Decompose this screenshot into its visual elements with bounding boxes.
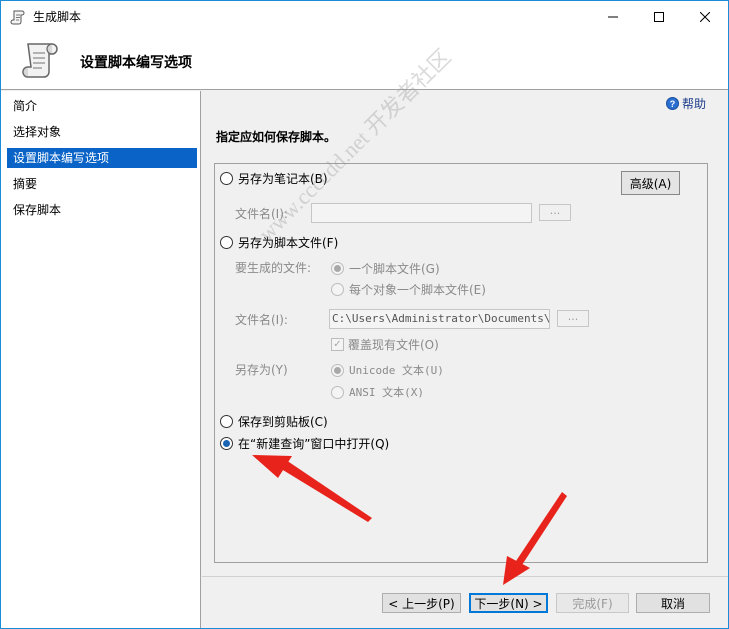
- advanced-button[interactable]: 高级(A): [621, 171, 680, 195]
- unicode-text-label: Unicode 文本(U): [349, 364, 444, 377]
- previous-button[interactable]: < 上一步(P): [382, 593, 461, 613]
- save-as-notebook-label: 另存为笔记本(B): [238, 172, 328, 186]
- nav-item-scripting-options[interactable]: 设置脚本编写选项: [7, 148, 197, 168]
- nav-item-introduction[interactable]: 简介: [7, 96, 197, 116]
- minimize-icon: [608, 16, 618, 17]
- checkbox-box: ✓: [331, 338, 344, 351]
- script-scroll-large-icon: [22, 43, 58, 78]
- close-icon: [700, 11, 710, 22]
- nav-item-summary[interactable]: 摘要: [7, 174, 197, 194]
- generate-scripts-window: 生成脚本 设置脚本编写选项 简介 选择对象 设置脚本编写选项 摘要 保存脚本 ?…: [0, 0, 729, 629]
- save-to-clipboard-label: 保存到剪贴板(C): [238, 415, 328, 429]
- help-label: 帮助: [681, 97, 706, 111]
- help-icon: ?: [665, 97, 679, 110]
- notebook-filename-label: 文件名(I):: [235, 207, 288, 221]
- finish-button[interactable]: 完成(F): [556, 593, 629, 613]
- open-in-new-query-label: 在“新建查询”窗口中打开(Q): [238, 437, 390, 451]
- open-in-new-query-radio[interactable]: 在“新建查询”窗口中打开(Q): [220, 435, 389, 452]
- notebook-browse-button[interactable]: ...: [539, 204, 571, 221]
- save-as-encoding-label: 另存为(Y): [235, 363, 288, 377]
- maximize-button[interactable]: [636, 1, 682, 32]
- file-per-object-radio[interactable]: 每个对象一个脚本文件(E): [331, 281, 486, 298]
- radio-circle: [331, 363, 344, 377]
- save-as-script-radio[interactable]: 另存为脚本文件(F): [220, 234, 338, 251]
- radio-circle: [220, 236, 233, 249]
- file-per-object-label: 每个对象一个脚本文件(E): [349, 283, 486, 297]
- title-bar[interactable]: 生成脚本: [1, 1, 728, 32]
- nav-item-save-scripts[interactable]: 保存脚本: [7, 200, 197, 220]
- radio-circle: [220, 437, 233, 450]
- nav-item-choose-objects[interactable]: 选择对象: [7, 122, 197, 142]
- help-link[interactable]: ? 帮助: [665, 95, 706, 112]
- save-to-clipboard-radio[interactable]: 保存到剪贴板(C): [220, 413, 328, 430]
- script-browse-button[interactable]: ...: [557, 310, 589, 327]
- save-options-group: 另存为笔记本(B) 高级(A) 文件名(I): ... 另存为脚本文件(F) 要…: [214, 163, 708, 563]
- ansi-text-radio[interactable]: ANSI 文本(X): [331, 384, 424, 400]
- script-filename-label: 文件名(I):: [235, 313, 288, 327]
- single-file-label: 一个脚本文件(G): [349, 262, 440, 276]
- radio-circle: [331, 262, 344, 275]
- radio-circle: [220, 172, 233, 185]
- radio-circle: [331, 283, 344, 296]
- minimize-button[interactable]: [590, 1, 636, 32]
- radio-circle: [331, 385, 344, 399]
- page-title: 设置脚本编写选项: [80, 55, 192, 71]
- maximize-icon: [654, 11, 664, 22]
- overwrite-existing-checkbox[interactable]: ✓ 覆盖现有文件(O): [331, 336, 439, 353]
- notebook-filename-input[interactable]: [311, 203, 532, 223]
- radio-circle: [220, 415, 233, 428]
- instruction-text: 指定应如何保存脚本。: [216, 130, 337, 144]
- save-as-script-label: 另存为脚本文件(F): [238, 236, 339, 250]
- button-bar-divider: [202, 576, 728, 577]
- main-panel: ? 帮助 指定应如何保存脚本。 另存为笔记本(B) 高级(A) 文件名(I): …: [202, 91, 728, 628]
- save-as-notebook-radio[interactable]: 另存为笔记本(B): [220, 170, 328, 187]
- window-title: 生成脚本: [33, 10, 82, 24]
- wizard-header: 设置脚本编写选项: [1, 32, 728, 90]
- next-button[interactable]: 下一步(N) >: [469, 593, 548, 613]
- svg-text:?: ?: [670, 99, 676, 109]
- unicode-text-radio[interactable]: Unicode 文本(U): [331, 362, 444, 378]
- wizard-step-nav: 简介 选择对象 设置脚本编写选项 摘要 保存脚本: [1, 91, 201, 628]
- cancel-button[interactable]: 取消: [636, 593, 710, 613]
- script-scroll-icon: [10, 10, 25, 24]
- script-filename-input[interactable]: C:\Users\Administrator\Documents\scr: [329, 309, 550, 329]
- files-to-generate-label: 要生成的文件:: [235, 261, 312, 275]
- ansi-text-label: ANSI 文本(X): [349, 386, 424, 399]
- overwrite-label: 覆盖现有文件(O): [348, 338, 439, 352]
- single-file-radio[interactable]: 一个脚本文件(G): [331, 260, 440, 277]
- close-button[interactable]: [682, 1, 728, 32]
